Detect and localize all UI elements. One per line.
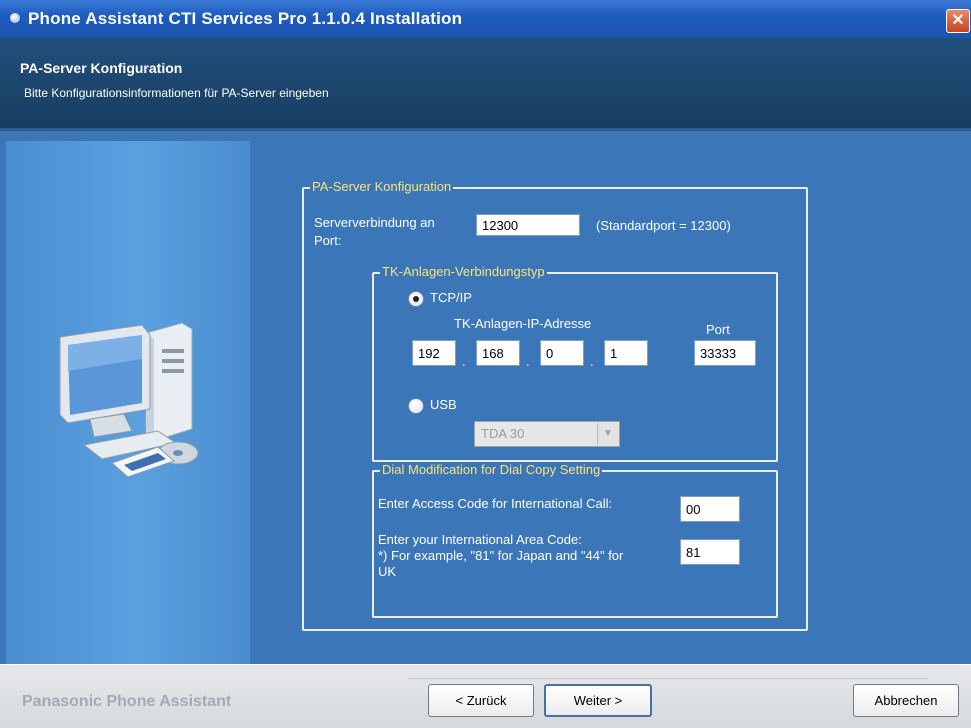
next-button[interactable]: Weiter > xyxy=(544,684,652,717)
ip-octet-4[interactable]: 1 xyxy=(604,340,648,366)
tk-group-legend: TK-Anlagen-Verbindungstyp xyxy=(380,264,547,279)
wizard-body: PA-Server Konfiguration Serververbindung… xyxy=(0,131,971,664)
side-banner xyxy=(6,141,250,664)
app-icon xyxy=(10,13,20,23)
cancel-button[interactable]: Abbrechen xyxy=(853,684,959,717)
access-code-input[interactable]: 00 xyxy=(680,496,740,522)
port-label-line2: Port: xyxy=(314,233,342,248)
ip-octet-3[interactable]: 0 xyxy=(540,340,584,366)
dial-modification-group: Dial Modification for Dial Copy Setting … xyxy=(372,462,778,618)
area-code-input[interactable]: 81 xyxy=(680,539,740,565)
usb-device-select[interactable]: TDA 30 ▼ xyxy=(474,421,620,447)
ip-separator: . xyxy=(590,354,594,369)
wizard-footer: Panasonic Phone Assistant < Zurück Weite… xyxy=(0,664,971,728)
window-title: Phone Assistant CTI Services Pro 1.1.0.4… xyxy=(28,9,463,28)
tcp-radio[interactable] xyxy=(408,291,424,307)
server-port-input[interactable]: 12300 xyxy=(476,214,580,236)
page-title: PA-Server Konfiguration xyxy=(20,60,183,76)
back-button[interactable]: < Zurück xyxy=(428,684,534,717)
close-button[interactable]: ✕ xyxy=(946,9,970,33)
port-hint: (Standardport = 12300) xyxy=(596,218,731,233)
ip-separator: . xyxy=(526,354,530,369)
ip-octet-1[interactable]: 192 xyxy=(412,340,456,366)
port-label-line1: Serververbindung an xyxy=(314,215,435,230)
computer-icon xyxy=(59,322,199,478)
chevron-down-icon[interactable]: ▼ xyxy=(597,423,618,445)
close-icon: ✕ xyxy=(951,12,965,29)
page-subtitle: Bitte Konfigurationsinformationen für PA… xyxy=(24,86,329,100)
wizard-header: PA-Server Konfiguration Bitte Konfigurat… xyxy=(0,38,971,128)
usb-label[interactable]: USB xyxy=(430,397,457,412)
server-config-group: PA-Server Konfiguration Serververbindung… xyxy=(302,179,808,631)
usb-device-value: TDA 30 xyxy=(481,426,525,441)
server-group-legend: PA-Server Konfiguration xyxy=(310,179,454,194)
access-code-label: Enter Access Code for International Call… xyxy=(378,496,613,511)
ip-separator: . xyxy=(462,354,466,369)
tcp-label[interactable]: TCP/IP xyxy=(430,290,472,305)
tk-port-input[interactable]: 33333 xyxy=(694,340,756,366)
tk-port-label: Port xyxy=(706,322,730,337)
title-bar: Phone Assistant CTI Services Pro 1.1.0.4… xyxy=(0,0,971,38)
tk-connection-group: TK-Anlagen-Verbindungstyp TCP/IP TK-Anla… xyxy=(372,264,778,462)
ip-address-label: TK-Anlagen-IP-Adresse xyxy=(454,316,592,331)
dial-group-legend: Dial Modification for Dial Copy Setting xyxy=(380,462,603,477)
usb-radio[interactable] xyxy=(408,398,424,414)
area-code-label-line3: UK xyxy=(378,564,397,579)
area-code-label-line1: Enter your International Area Code: xyxy=(378,532,582,547)
brand-label: Panasonic Phone Assistant xyxy=(22,693,232,710)
area-code-label-line2: *) For example, "81" for Japan and "44" … xyxy=(378,548,624,563)
ip-octet-2[interactable]: 168 xyxy=(476,340,520,366)
